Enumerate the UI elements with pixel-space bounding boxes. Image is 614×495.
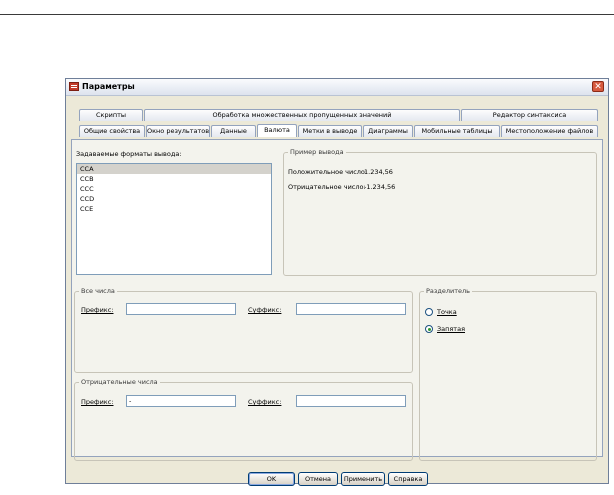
tab-viewer[interactable]: Окно результатов (146, 125, 210, 137)
all-prefix-label: Префикс: (81, 306, 114, 314)
formats-listbox[interactable]: CCA CCB CCC CCD CCE (76, 163, 272, 275)
positive-value: 1.234,56 (364, 168, 393, 176)
neg-suffix-input[interactable] (296, 395, 406, 407)
all-numbers-group: Все числа Префикс: Суффикс: (74, 287, 413, 373)
options-dialog: Параметры ✕ Скрипты Обработка множествен… (65, 78, 609, 486)
radio-comma-label: Запятая (437, 325, 465, 333)
app-table-icon (69, 82, 79, 91)
cancel-button[interactable]: Отмена (298, 472, 338, 486)
all-suffix-label: Суффикс: (248, 306, 282, 314)
list-item[interactable]: CCB (77, 174, 271, 184)
top-separator-line (0, 14, 614, 15)
dialog-title: Параметры (82, 82, 135, 91)
negative-value: -1.234,56 (364, 183, 396, 191)
radio-comma[interactable] (425, 325, 433, 333)
tab-syntax-editor[interactable]: Редактор синтаксиса (461, 109, 598, 121)
tab-data[interactable]: Данные (211, 125, 256, 137)
sample-output-title: Пример вывода (288, 148, 346, 156)
separator-group: Разделитель Точка Запятая (419, 287, 597, 461)
ok-button[interactable]: OK (248, 472, 295, 486)
neg-suffix-label: Суффикс: (248, 398, 282, 406)
all-suffix-input[interactable] (296, 303, 406, 315)
sample-output-group: Пример вывода Положительное число: 1.234… (283, 148, 597, 276)
tab-pivot-tables[interactable]: Мобильные таблицы (414, 125, 500, 137)
negative-label: Отрицательное число: (288, 183, 366, 191)
list-item[interactable]: CCD (77, 194, 271, 204)
close-button[interactable]: ✕ (592, 81, 604, 92)
neg-prefix-input[interactable]: - (126, 395, 236, 407)
negative-numbers-title: Отрицательные числа (79, 378, 160, 386)
radio-period[interactable] (425, 308, 433, 316)
negative-numbers-group: Отрицательные числа Префикс: - Суффикс: (74, 378, 413, 461)
help-button[interactable]: Справка (388, 472, 428, 486)
formats-label: Задаваемые форматы вывода: (76, 150, 182, 158)
neg-prefix-label: Префикс: (81, 398, 114, 406)
positive-label: Положительное число: (288, 168, 368, 176)
apply-button[interactable]: Применить (341, 472, 385, 486)
tab-scripts[interactable]: Скрипты (79, 109, 143, 121)
list-item[interactable]: CCA (77, 164, 271, 174)
all-prefix-input[interactable] (126, 303, 236, 315)
tab-charts[interactable]: Диаграммы (363, 125, 413, 137)
tab-currency[interactable]: Валюта (257, 124, 297, 137)
tab-missing-values[interactable]: Обработка множественных пропущенных знач… (144, 109, 460, 121)
list-item[interactable]: CCE (77, 204, 271, 214)
list-item[interactable]: CCC (77, 184, 271, 194)
tab-general[interactable]: Общие свойства (79, 125, 145, 137)
tab-file-locations[interactable]: Местоположение файлов (501, 125, 598, 137)
title-bar: Параметры ✕ (66, 79, 608, 96)
radio-period-label: Точка (437, 308, 457, 316)
separator-title: Разделитель (424, 287, 473, 295)
all-numbers-title: Все числа (79, 287, 117, 295)
tab-output-labels[interactable]: Метки в выводе (298, 125, 362, 137)
